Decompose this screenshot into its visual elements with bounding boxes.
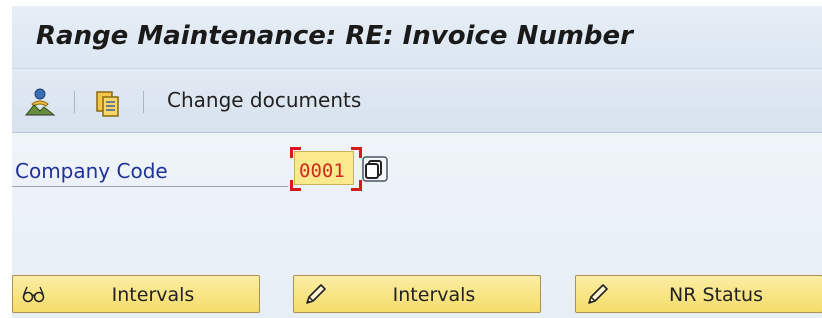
toolbar-separator <box>143 91 144 113</box>
company-code-input[interactable] <box>294 151 354 185</box>
toolbar-separator <box>74 91 75 113</box>
button-label: Intervals <box>392 284 476 306</box>
pencil-edit-icon <box>584 282 610 308</box>
page-title: Range Maintenance: RE: Invoice Number <box>36 21 633 51</box>
title-bar: Range Maintenance: RE: Invoice Number <box>12 6 822 69</box>
main-content: Company Code 0001 Intervals Intervals NR… <box>12 133 822 318</box>
company-code-label: Company Code <box>15 159 168 183</box>
display-intervals-button[interactable]: Intervals <box>12 275 260 313</box>
person-mountain-icon[interactable] <box>24 87 56 119</box>
pencil-edit-icon <box>302 282 328 308</box>
glasses-display-icon <box>21 282 47 308</box>
change-documents-button[interactable]: Change documents <box>167 88 361 112</box>
copy-documents-icon[interactable] <box>92 87 124 119</box>
button-label: Intervals <box>111 284 195 306</box>
label-underline <box>12 186 288 187</box>
value-help-icon[interactable] <box>362 156 388 182</box>
sap-screen: Range Maintenance: RE: Invoice Number Ch… <box>0 0 822 318</box>
application-toolbar: Change documents <box>12 69 822 133</box>
company-code-field-wrapper <box>290 147 362 191</box>
nr-status-button[interactable]: NR Status <box>575 275 822 313</box>
button-label: NR Status <box>669 284 763 306</box>
change-intervals-button[interactable]: Intervals <box>293 275 541 313</box>
